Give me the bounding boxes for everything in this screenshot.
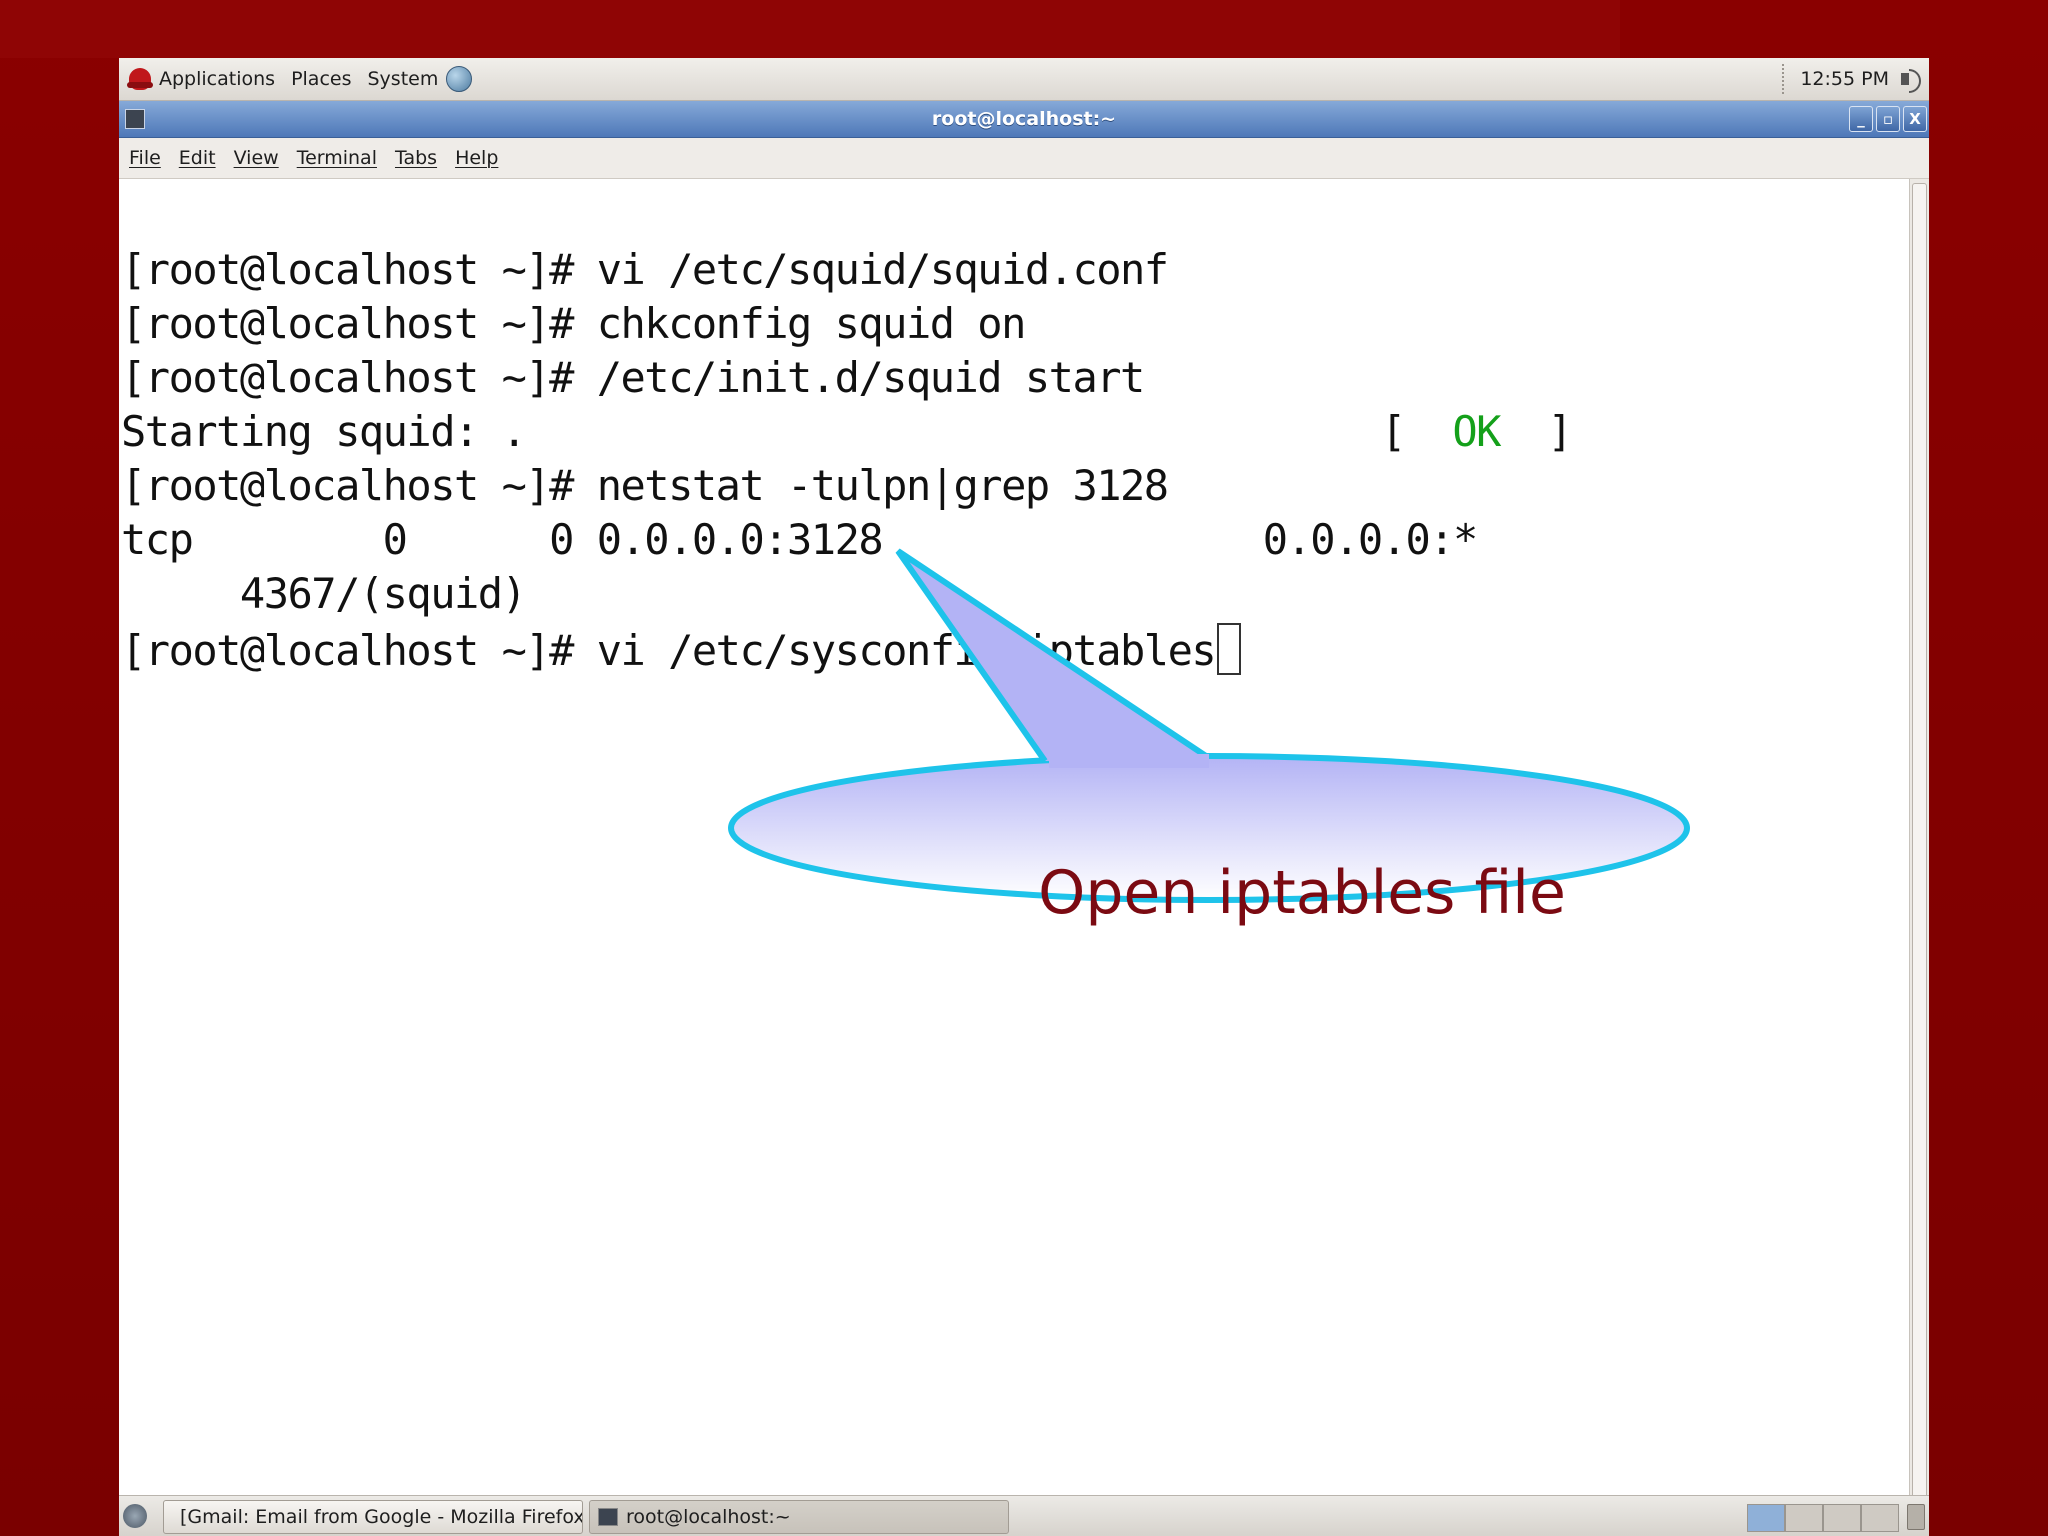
top-panel: Applications Places System 12:55 PM [119, 58, 1929, 101]
maximize-button[interactable]: ▫ [1876, 106, 1900, 132]
menu-view[interactable]: View [234, 147, 279, 169]
text-cursor [1217, 623, 1242, 675]
system-menu[interactable]: System [367, 68, 438, 90]
terminal-current-command: [root@localhost ~]# vi /etc/sysconfig/ip… [121, 626, 1217, 675]
desktop-screen: Applications Places System 12:55 PM root… [119, 58, 1929, 1536]
minimize-button[interactable]: _ [1849, 106, 1873, 132]
taskbar-firefox[interactable]: [Gmail: Email from Google - Mozilla Fire… [163, 1500, 583, 1534]
menu-bar: File Edit View Terminal Tabs Help [119, 138, 1929, 179]
panel-menu: Applications Places System [127, 66, 473, 92]
scrollbar-thumb[interactable] [1912, 183, 1927, 1536]
window-title-bar[interactable]: root@localhost:~ _ ▫ X [119, 101, 1929, 138]
terminal-line: tcp 0 0 0.0.0.0:3128 0.0.0.0:* LISTEN [121, 515, 1910, 564]
task-label: [Gmail: Email from Google - Mozilla Fire… [180, 1506, 583, 1528]
panel-separator [1782, 64, 1786, 94]
ok-bracket-close: ] [1547, 407, 1573, 456]
terminal-line: [root@localhost ~]# /etc/init.d/squid st… [121, 353, 1145, 402]
callout-text: Open iptables file [1038, 858, 1566, 928]
ok-status: [ OK ] [1381, 407, 1573, 456]
terminal-line: [root@localhost ~]# netstat -tulpn|grep … [121, 461, 1169, 510]
terminal-line: 4367/(squid) [121, 569, 527, 618]
workspace-3[interactable] [1823, 1504, 1861, 1532]
menu-help[interactable]: Help [455, 147, 498, 169]
terminal-line: [root@localhost ~]# vi /etc/squid/squid.… [121, 245, 1169, 294]
trash-icon[interactable] [1907, 1504, 1925, 1530]
taskbar-terminal[interactable]: root@localhost:~ [589, 1500, 1009, 1534]
redhat-icon [127, 68, 153, 90]
terminal-line: Starting squid: . [121, 407, 527, 456]
slide-background-band [0, 0, 1620, 58]
terminal-prompt-line: [root@localhost ~]# vi /etc/sysconfig/ip… [121, 623, 1242, 675]
workspace-1[interactable] [1747, 1504, 1785, 1532]
speaker-icon[interactable] [1899, 67, 1921, 93]
bottom-panel: [Gmail: Email from Google - Mozilla Fire… [119, 1495, 1929, 1536]
workspace-2[interactable] [1785, 1504, 1823, 1532]
workspace-switcher [1747, 1504, 1899, 1532]
menu-tabs[interactable]: Tabs [395, 147, 437, 169]
window-controls: _ ▫ X [1849, 106, 1927, 132]
clock[interactable]: 12:55 PM [1800, 68, 1889, 90]
ok-text: OK [1452, 407, 1501, 456]
terminal-scrollbar[interactable] [1909, 179, 1929, 1536]
show-desktop-icon[interactable] [123, 1504, 147, 1528]
network-globe-icon[interactable] [446, 66, 473, 92]
terminal-line: [root@localhost ~]# chkconfig squid on [121, 299, 1026, 348]
window-title: root@localhost:~ [931, 108, 1117, 130]
task-label: root@localhost:~ [626, 1506, 791, 1528]
applications-menu[interactable]: Applications [159, 68, 275, 90]
menu-edit[interactable]: Edit [179, 147, 216, 169]
ok-bracket-open: [ [1381, 407, 1406, 456]
menu-file[interactable]: File [129, 147, 161, 169]
workspace-4[interactable] [1861, 1504, 1899, 1532]
panel-tray: 12:55 PM [1782, 64, 1921, 94]
places-menu[interactable]: Places [291, 68, 351, 90]
terminal-icon [598, 1508, 618, 1526]
menu-terminal[interactable]: Terminal [297, 147, 377, 169]
close-button[interactable]: X [1903, 106, 1927, 132]
